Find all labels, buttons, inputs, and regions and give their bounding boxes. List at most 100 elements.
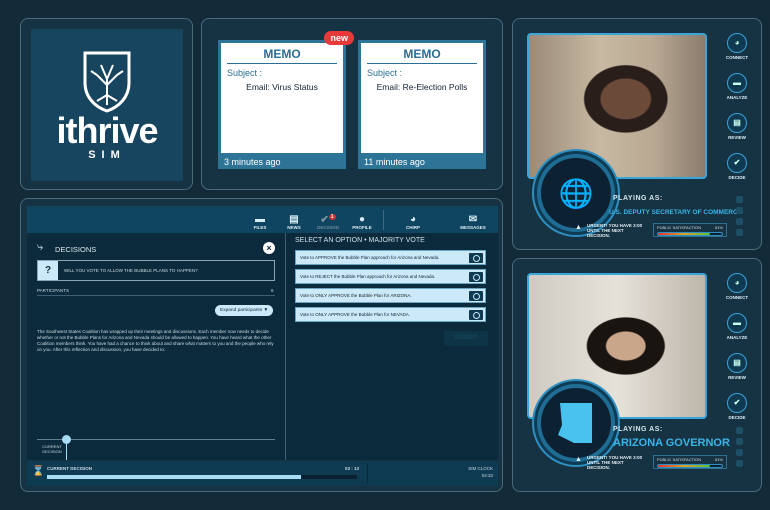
news-icon: ▤ xyxy=(289,214,299,225)
satisfaction-value: 81% xyxy=(714,225,723,230)
logo-panel: ithrive SIM xyxy=(20,18,193,190)
folder-icon: ▬ xyxy=(727,73,747,93)
side-label: CONNECT xyxy=(725,55,749,60)
logo-word: ithrive xyxy=(56,110,158,151)
nav-decision[interactable]: ✔ 1 DECISION xyxy=(311,212,345,230)
nav-news[interactable]: ▤ NEWS xyxy=(277,214,311,230)
folder-icon: ▬ xyxy=(727,313,747,333)
memo-panel: MEMO Subject : Email: Virus Status 3 min… xyxy=(201,18,503,190)
review-button[interactable]: ▤ REVIEW xyxy=(723,353,751,380)
folder-icon: ▬ xyxy=(255,214,265,225)
nav-files[interactable]: ▬ FILES xyxy=(243,214,277,230)
decision-progress-bar xyxy=(47,475,357,479)
timeline-track xyxy=(37,439,275,440)
nav-divider xyxy=(383,210,384,230)
status-bar: ⌛ CURRENT DECISION 03 : 13 SIM CLOCK 04:… xyxy=(27,461,498,486)
close-button[interactable]: × xyxy=(263,242,275,254)
current-decision-label: CURRENT DECISION xyxy=(47,466,93,471)
satisfaction-fill xyxy=(658,233,710,235)
side-label: DECIDE xyxy=(728,415,746,420)
nav-label: PROFILE xyxy=(352,225,372,230)
urgent-text: URGENT! YOU HAVE 3:00 UNTIL THE NEXT DEC… xyxy=(587,455,643,470)
decide-icon: ✔ xyxy=(727,393,747,413)
memo-card[interactable]: MEMO Subject : Email: Virus Status 3 min… xyxy=(218,31,354,169)
player-panel-2: PLAYING AS: ARIZONA GOVERNOR ▲ URGENT! YO… xyxy=(512,258,762,492)
urgent-notice: ▲ URGENT! YOU HAVE 3:00 UNTIL THE NEXT DE… xyxy=(575,455,645,470)
decision-badge: 1 xyxy=(328,213,336,220)
status-divider xyxy=(367,463,368,484)
decisions-icon: ⤷ xyxy=(37,241,44,253)
decision-progress-fill xyxy=(47,475,302,479)
nav-label: NEWS xyxy=(287,225,301,230)
question-box: ? WILL YOU VOTE TO ALLOW THE BUBBLE PLAN… xyxy=(37,260,275,281)
chirp-icon: ◕ xyxy=(409,214,417,225)
urgent-text: URGENT! YOU HAVE 3:00 UNTIL THE NEXT DEC… xyxy=(587,223,643,238)
vote-title: SELECT AN OPTION • MAJORITY VOTE xyxy=(295,237,425,244)
sim-clock: 04:32 xyxy=(481,473,493,478)
indicator-dots xyxy=(736,427,743,471)
vote-option-label: Vote to APPROVE the Bubble Plan approach… xyxy=(300,255,440,260)
analyze-button[interactable]: ▬ ANALYZE xyxy=(723,73,751,100)
side-label: REVIEW xyxy=(728,135,746,140)
decision-timer: 03 : 13 xyxy=(345,466,360,471)
nav-label: MESSAGES xyxy=(460,225,486,230)
tree-shield-icon xyxy=(83,51,131,113)
decision-description: The Southwest States Coalition has wrapp… xyxy=(37,329,274,352)
memo-time: 3 minutes ago xyxy=(224,157,281,167)
satisfaction-label: PUBLIC SATISFACTION xyxy=(657,225,702,230)
vote-option[interactable]: Vote to ONLY APPROVE the Bubble Plan for… xyxy=(295,307,486,322)
decide-icon: ✔ xyxy=(727,153,747,173)
nav-label: FILES xyxy=(253,225,267,230)
vote-option[interactable]: Vote to APPROVE the Bubble Plan approach… xyxy=(295,250,486,265)
radio-button[interactable] xyxy=(469,253,483,263)
decide-button[interactable]: ✔ DECIDE xyxy=(723,153,751,180)
side-label: REVIEW xyxy=(728,375,746,380)
review-icon: ▤ xyxy=(727,353,747,373)
review-button[interactable]: ▤ REVIEW xyxy=(723,113,751,140)
indicator-dots xyxy=(736,196,743,240)
satisfaction-label: PUBLIC SATISFACTION xyxy=(657,457,702,462)
column-divider xyxy=(285,233,286,460)
side-label: ANALYZE xyxy=(726,335,748,340)
nav-bar: ▬ FILES ▤ NEWS ✔ 1 DECISION ● PROFILE ◕ CHIRP … xyxy=(27,206,498,233)
vote-option[interactable]: Vote to REJECT the Bubble Plan approach … xyxy=(295,269,486,284)
nav-profile[interactable]: ● PROFILE xyxy=(345,214,379,230)
vote-option[interactable]: Vote to ONLY APPROVE the Bubble Plan for… xyxy=(295,288,486,303)
connect-button[interactable]: ◕ CONNECT xyxy=(723,273,751,300)
memo-title: MEMO xyxy=(227,47,337,64)
decide-button[interactable]: ✔ DECIDE xyxy=(723,393,751,420)
decision-content: ⤷ DECISIONS × ? WILL YOU VOTE TO ALLOW T… xyxy=(27,233,498,460)
memo-card[interactable]: MEMO Subject : Email: Re-Election Polls … xyxy=(358,40,486,169)
memo-subject-label: Subject : xyxy=(367,68,403,78)
vote-option-label: Vote to ONLY APPROVE the Bubble Plan for… xyxy=(300,312,411,317)
satisfaction-fill xyxy=(658,465,710,467)
decision-panel: ▬ FILES ▤ NEWS ✔ 1 DECISION ● PROFILE ◕ CHIRP … xyxy=(20,198,503,492)
memo-subject-label: Subject : xyxy=(227,68,263,78)
nav-chirp[interactable]: ◕ CHIRP xyxy=(396,214,430,230)
participants-rule xyxy=(37,295,275,296)
memo-subject: Email: Virus Status xyxy=(246,82,318,92)
radio-button[interactable] xyxy=(469,272,483,282)
side-label: ANALYZE xyxy=(726,95,748,100)
video-feed xyxy=(527,33,707,179)
participants-count: 6 xyxy=(271,288,274,293)
logo: ithrive SIM xyxy=(31,29,183,181)
timeline-stem xyxy=(66,443,67,460)
hourglass-icon: ⌛ xyxy=(32,466,45,477)
timeline-label: CURRENT DECISION xyxy=(42,444,62,454)
connect-button[interactable]: ◕ CONNECT xyxy=(723,33,751,60)
warning-icon: ▲ xyxy=(575,456,582,463)
radio-button[interactable] xyxy=(469,291,483,301)
analyze-button[interactable]: ▬ ANALYZE xyxy=(723,313,751,340)
side-label: CONNECT xyxy=(725,295,749,300)
player-panel-1: 🌐 PLAYING AS: U.S. DEPUTY SECRETARY OF C… xyxy=(512,18,762,250)
submit-button[interactable]: SUBMIT xyxy=(444,331,488,346)
nav-messages[interactable]: ✉ MESSAGES xyxy=(456,214,490,230)
player-role: ARIZONA GOVERNOR xyxy=(613,437,730,449)
radio-button[interactable] xyxy=(469,310,483,320)
expand-participants-button[interactable]: Expand participants ▼ xyxy=(215,305,274,316)
chirp-icon: ◕ xyxy=(727,33,747,53)
playing-as-label: PLAYING AS: xyxy=(613,195,663,202)
memo-time: 11 minutes ago xyxy=(364,157,425,167)
profile-icon: ● xyxy=(358,214,366,225)
